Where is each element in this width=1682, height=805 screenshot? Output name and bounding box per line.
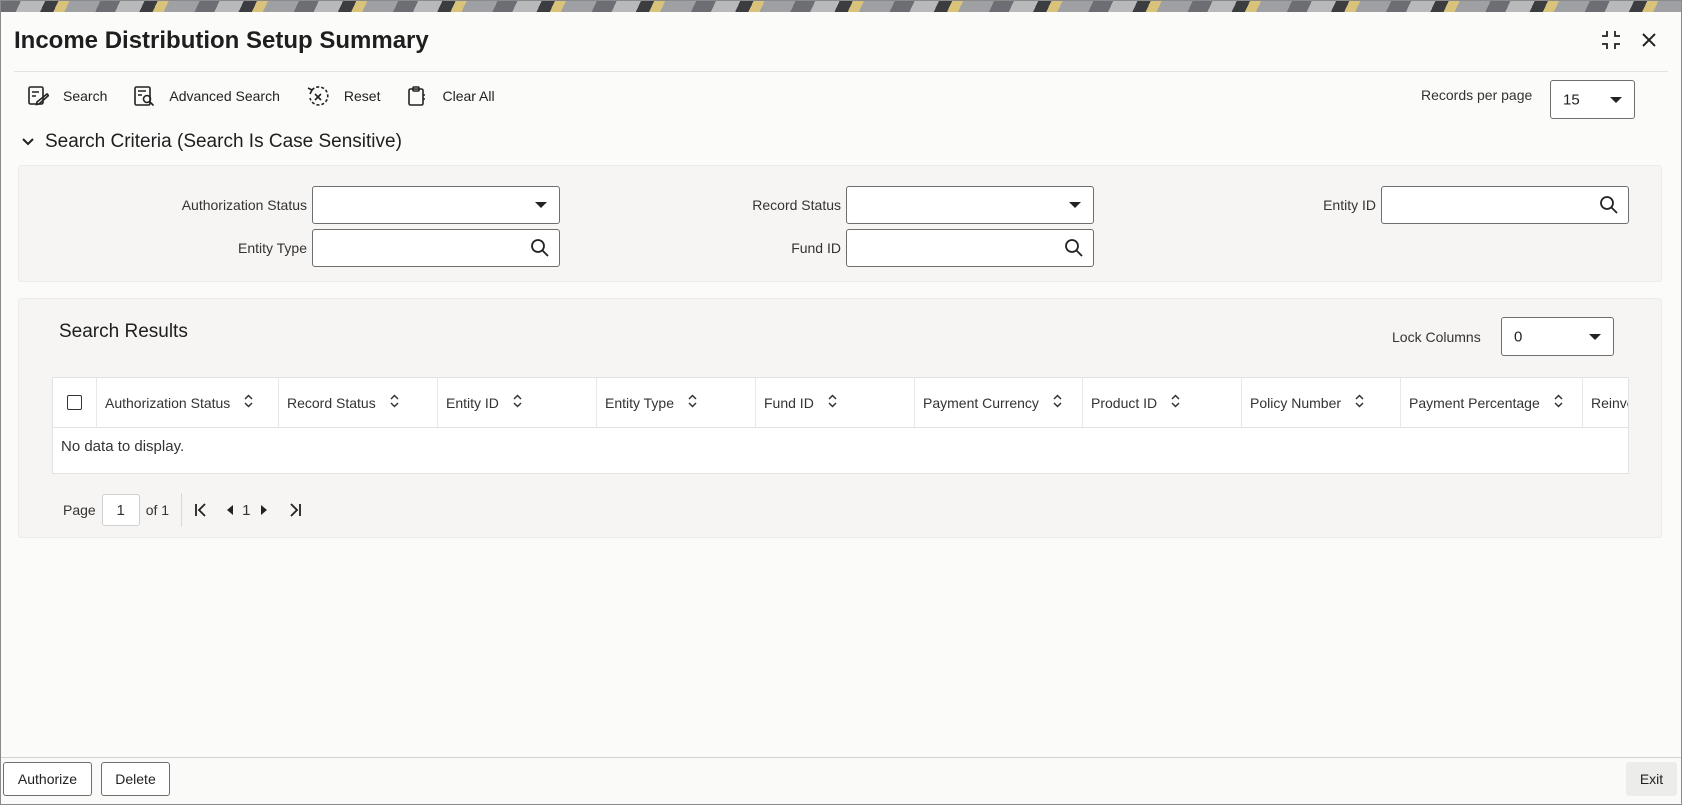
chevron-down-icon bbox=[535, 202, 547, 208]
clipboard-icon bbox=[408, 86, 427, 106]
chevron-down-icon bbox=[1069, 202, 1081, 208]
first-page-button[interactable] bbox=[194, 503, 208, 517]
first-page-icon bbox=[195, 503, 206, 517]
reset-button[interactable]: Reset bbox=[306, 85, 381, 107]
title-divider bbox=[14, 71, 1668, 72]
column-header-product-id[interactable]: Product ID bbox=[1082, 378, 1241, 427]
select-all-checkbox[interactable] bbox=[67, 395, 82, 410]
records-per-page-label: Records per page bbox=[1421, 87, 1533, 103]
search-criteria-title: Search Criteria (Search Is Case Sensitiv… bbox=[45, 131, 402, 152]
entity-type-input[interactable] bbox=[312, 229, 560, 267]
chevron-down-icon bbox=[1610, 96, 1622, 103]
advanced-search-label: Advanced Search bbox=[169, 88, 280, 104]
footer-bar bbox=[1, 757, 1681, 804]
column-header-policy-number[interactable]: Policy Number bbox=[1241, 378, 1400, 427]
exit-button[interactable]: Exit bbox=[1626, 762, 1677, 796]
lock-columns-label: Lock Columns bbox=[1392, 329, 1481, 345]
column-header-entity-id[interactable]: Entity ID bbox=[437, 378, 596, 427]
record-status-select[interactable] bbox=[846, 186, 1094, 224]
sort-icon bbox=[244, 394, 253, 411]
chevron-down-icon bbox=[1589, 333, 1601, 340]
maximize-button[interactable] bbox=[1599, 28, 1623, 52]
lock-columns-value: 0 bbox=[1514, 328, 1523, 345]
reset-label: Reset bbox=[343, 88, 381, 104]
column-header-record-status[interactable]: Record Status bbox=[278, 378, 437, 427]
column-header-payment-currency[interactable]: Payment Currency bbox=[914, 378, 1082, 427]
lock-columns-select[interactable]: 0 bbox=[1501, 317, 1614, 356]
column-header-fund-id[interactable]: Fund ID bbox=[755, 378, 914, 427]
advanced-search-icon bbox=[134, 86, 155, 107]
search-criteria-panel: Authorization Status Record Status Entit… bbox=[18, 165, 1662, 282]
records-per-page-select[interactable]: 15 bbox=[1550, 80, 1635, 119]
toolbar: Search Advanced Search Reset Clear All bbox=[27, 85, 521, 107]
sort-icon bbox=[688, 394, 697, 411]
search-button[interactable]: Search bbox=[27, 85, 107, 107]
clear-all-label: Clear All bbox=[442, 88, 495, 104]
expand-icon bbox=[1602, 31, 1620, 49]
results-table: Authorization Status Record Status Entit… bbox=[52, 377, 1629, 474]
header-banner bbox=[1, 1, 1681, 12]
page-of-label: of 1 bbox=[145, 502, 170, 518]
entity-type-label: Entity Type bbox=[237, 240, 307, 256]
page-title: Income Distribution Setup Summary bbox=[14, 27, 429, 54]
pagination: Page 1 of 1 1 bbox=[63, 493, 302, 527]
search-form-icon bbox=[28, 86, 49, 106]
column-header-authorization-status[interactable]: Authorization Status bbox=[96, 378, 278, 427]
sort-icon bbox=[390, 394, 399, 411]
column-header-payment-percentage[interactable]: Payment Percentage bbox=[1400, 378, 1582, 427]
search-icon[interactable] bbox=[1064, 238, 1084, 258]
search-button-label: Search bbox=[63, 88, 108, 104]
last-page-button[interactable] bbox=[288, 503, 302, 517]
authorization-status-label: Authorization Status bbox=[181, 197, 307, 213]
fund-id-input[interactable] bbox=[846, 229, 1094, 267]
record-status-label: Record Status bbox=[752, 197, 841, 213]
pager-divider bbox=[181, 493, 183, 527]
column-header-entity-type[interactable]: Entity Type bbox=[596, 378, 755, 427]
search-criteria-toggle[interactable]: Search Criteria (Search Is Case Sensitiv… bbox=[21, 131, 402, 153]
clear-all-button[interactable]: Clear All bbox=[406, 85, 495, 107]
records-per-page-value: 15 bbox=[1563, 91, 1580, 108]
sort-icon bbox=[1355, 394, 1364, 411]
search-results-title: Search Results bbox=[59, 321, 188, 342]
page-label: Page bbox=[63, 502, 96, 518]
search-icon[interactable] bbox=[530, 238, 550, 258]
last-page-icon bbox=[290, 503, 302, 517]
sort-icon bbox=[1053, 394, 1062, 411]
close-icon bbox=[1642, 33, 1656, 47]
caret-left-icon bbox=[227, 505, 234, 515]
sort-icon bbox=[1171, 394, 1180, 411]
authorize-button[interactable]: Authorize bbox=[3, 762, 92, 796]
table-header: Authorization Status Record Status Entit… bbox=[53, 378, 1628, 428]
advanced-search-button[interactable]: Advanced Search bbox=[133, 85, 280, 107]
previous-page-button[interactable] bbox=[226, 504, 234, 516]
close-button[interactable] bbox=[1637, 28, 1661, 52]
current-page-indicator: 1 bbox=[242, 501, 251, 519]
caret-right-icon bbox=[261, 505, 268, 515]
fund-id-label: Fund ID bbox=[791, 240, 841, 256]
app-window: Income Distribution Setup Summary Search bbox=[0, 0, 1682, 805]
sort-icon bbox=[828, 394, 837, 411]
entity-id-label: Entity ID bbox=[1323, 197, 1376, 213]
chevron-down-icon bbox=[22, 138, 34, 146]
entity-id-input[interactable] bbox=[1381, 186, 1629, 224]
search-icon[interactable] bbox=[1599, 195, 1619, 215]
next-page-button[interactable] bbox=[260, 504, 268, 516]
sort-icon bbox=[1554, 394, 1563, 411]
sort-icon bbox=[513, 394, 522, 411]
empty-message: No data to display. bbox=[61, 438, 185, 455]
column-header-reinvestment[interactable]: Reinve bbox=[1582, 378, 1628, 427]
authorization-status-select[interactable] bbox=[312, 186, 560, 224]
delete-button[interactable]: Delete bbox=[101, 762, 170, 796]
reset-icon bbox=[307, 86, 329, 106]
page-number-input[interactable]: 1 bbox=[101, 494, 140, 526]
